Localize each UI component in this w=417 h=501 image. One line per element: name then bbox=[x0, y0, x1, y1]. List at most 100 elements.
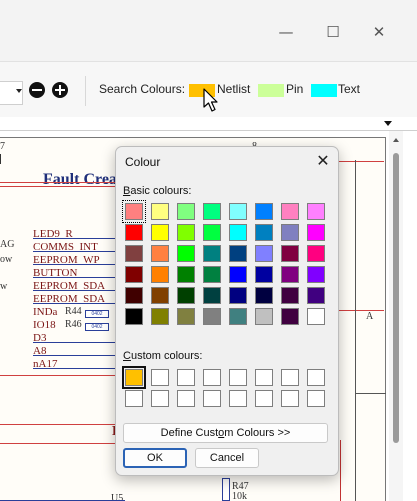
custom-colour-swatch[interactable] bbox=[122, 366, 146, 389]
ruler-number: 7 bbox=[0, 141, 5, 152]
toolbar-divider bbox=[85, 76, 86, 106]
basic-colour-swatch[interactable] bbox=[229, 224, 247, 241]
text-label: Text bbox=[338, 82, 361, 96]
basic-colour-swatch[interactable] bbox=[229, 266, 247, 283]
resistor-symbol bbox=[222, 478, 230, 501]
custom-colour-swatch[interactable] bbox=[151, 369, 169, 386]
minimize-icon: — bbox=[278, 23, 294, 41]
scrollbar-thumb[interactable] bbox=[393, 153, 399, 443]
custom-colour-swatch[interactable] bbox=[281, 390, 299, 407]
basic-colour-swatch[interactable] bbox=[203, 266, 221, 283]
basic-colour-swatch[interactable] bbox=[177, 266, 195, 283]
scroll-up-icon[interactable] bbox=[393, 138, 399, 142]
custom-colour-swatch[interactable] bbox=[255, 369, 273, 386]
text-colour-swatch[interactable] bbox=[311, 84, 337, 97]
custom-colour-swatch[interactable] bbox=[203, 390, 221, 407]
basic-colour-swatch[interactable] bbox=[255, 308, 273, 325]
cancel-button[interactable]: Cancel bbox=[195, 448, 259, 468]
basic-colour-swatch[interactable] bbox=[307, 266, 325, 283]
basic-colour-swatch[interactable] bbox=[255, 287, 273, 304]
zone-letter: A bbox=[366, 311, 374, 322]
custom-colour-swatch[interactable] bbox=[203, 369, 221, 386]
basic-colour-swatch[interactable] bbox=[177, 203, 195, 220]
custom-colour-swatch[interactable] bbox=[229, 390, 247, 407]
basic-colour-swatch[interactable] bbox=[281, 266, 299, 283]
basic-colour-swatch[interactable] bbox=[203, 308, 221, 325]
basic-colour-swatch[interactable] bbox=[177, 308, 195, 325]
close-icon: ✕ bbox=[372, 23, 386, 41]
ok-button[interactable]: OK bbox=[123, 448, 187, 468]
basic-colour-swatch[interactable] bbox=[203, 224, 221, 241]
basic-colour-swatch[interactable] bbox=[151, 308, 169, 325]
basic-colour-swatch[interactable] bbox=[229, 245, 247, 262]
basic-colour-swatch[interactable] bbox=[307, 245, 325, 262]
basic-colour-swatch[interactable] bbox=[255, 203, 273, 220]
netlist-label: Netlist bbox=[217, 82, 251, 96]
custom-colour-swatch[interactable] bbox=[125, 390, 143, 407]
wire bbox=[340, 440, 341, 501]
custom-colour-swatch[interactable] bbox=[151, 390, 169, 407]
chevron-down-icon[interactable] bbox=[16, 89, 22, 93]
custom-colour-swatch[interactable] bbox=[177, 369, 195, 386]
custom-colour-swatch[interactable] bbox=[307, 369, 325, 386]
basic-colour-swatch[interactable] bbox=[203, 245, 221, 262]
basic-colour-swatch[interactable] bbox=[229, 308, 247, 325]
basic-colour-swatch[interactable] bbox=[229, 203, 247, 220]
basic-colour-swatch[interactable] bbox=[307, 224, 325, 241]
basic-colour-swatch[interactable] bbox=[177, 245, 195, 262]
custom-colour-swatch[interactable] bbox=[281, 369, 299, 386]
custom-colour-swatch[interactable] bbox=[229, 369, 247, 386]
basic-colour-swatch[interactable] bbox=[122, 200, 146, 223]
maximize-icon: ☐ bbox=[326, 23, 340, 41]
mouse-cursor-icon bbox=[203, 88, 218, 112]
basic-colour-swatch[interactable] bbox=[281, 287, 299, 304]
basic-colour-swatch[interactable] bbox=[177, 287, 195, 304]
dialog-title: Colour bbox=[125, 155, 161, 169]
zoom-combo[interactable] bbox=[0, 81, 23, 105]
basic-colour-swatch[interactable] bbox=[151, 203, 169, 220]
component-box bbox=[0, 424, 118, 444]
dialog-close-button[interactable]: ✕ bbox=[314, 152, 332, 170]
basic-colour-swatch[interactable] bbox=[125, 245, 143, 262]
basic-colour-swatch[interactable] bbox=[151, 224, 169, 241]
basic-colour-swatch[interactable] bbox=[229, 287, 247, 304]
basic-colour-swatch[interactable] bbox=[125, 224, 143, 241]
basic-colour-swatch[interactable] bbox=[177, 224, 195, 241]
zoom-out-button[interactable] bbox=[29, 82, 45, 98]
basic-colour-swatch[interactable] bbox=[281, 203, 299, 220]
basic-colour-swatch[interactable] bbox=[307, 308, 325, 325]
basic-colour-swatch[interactable] bbox=[125, 266, 143, 283]
minimize-button[interactable]: — bbox=[276, 22, 296, 42]
basic-colour-swatch[interactable] bbox=[255, 245, 273, 262]
basic-colour-swatch[interactable] bbox=[307, 203, 325, 220]
component-box bbox=[0, 182, 118, 376]
pin-colour-swatch[interactable] bbox=[258, 84, 284, 97]
basic-colour-swatch[interactable] bbox=[151, 245, 169, 262]
basic-colour-swatch[interactable] bbox=[255, 266, 273, 283]
basic-colour-swatch[interactable] bbox=[281, 224, 299, 241]
basic-colour-swatch[interactable] bbox=[281, 245, 299, 262]
custom-colour-swatch[interactable] bbox=[177, 390, 195, 407]
define-custom-colours-button[interactable]: Define Cust o m Colours >> bbox=[123, 423, 328, 443]
maximize-button[interactable]: ☐ bbox=[323, 22, 343, 42]
custom-colour-swatch[interactable] bbox=[255, 390, 273, 407]
close-window-button[interactable]: ✕ bbox=[369, 22, 389, 42]
basic-colour-swatch[interactable] bbox=[203, 287, 221, 304]
basic-colour-swatch[interactable] bbox=[151, 287, 169, 304]
sheet-border bbox=[355, 160, 356, 501]
app-window: { "window": { "minimize_glyph": "—", "ma… bbox=[0, 0, 417, 501]
zoom-in-button[interactable] bbox=[52, 82, 68, 98]
resistor-value: 10k bbox=[232, 491, 247, 501]
component-box bbox=[338, 161, 384, 311]
basic-colour-swatch[interactable] bbox=[125, 308, 143, 325]
custom-colour-swatch[interactable] bbox=[307, 390, 325, 407]
basic-colour-swatch[interactable] bbox=[125, 287, 143, 304]
basic-colour-swatch[interactable] bbox=[307, 287, 325, 304]
ruler-tick bbox=[0, 154, 1, 164]
basic-colour-swatch[interactable] bbox=[203, 203, 221, 220]
collapse-arrow-icon[interactable] bbox=[384, 121, 392, 126]
sheet-border bbox=[355, 393, 386, 394]
basic-colour-swatch[interactable] bbox=[255, 224, 273, 241]
basic-colour-swatch[interactable] bbox=[151, 266, 169, 283]
basic-colour-swatch[interactable] bbox=[281, 308, 299, 325]
